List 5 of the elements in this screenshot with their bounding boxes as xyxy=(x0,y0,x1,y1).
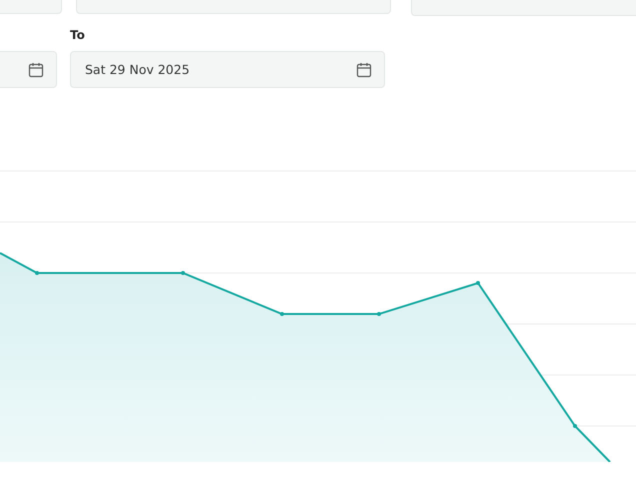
from-date-field[interactable] xyxy=(0,51,57,88)
calendar-icon xyxy=(356,62,372,78)
calendar-icon xyxy=(28,62,44,78)
to-label: To xyxy=(70,28,86,42)
to-date-field[interactable]: Sat 29 Nov 2025 xyxy=(70,51,385,88)
